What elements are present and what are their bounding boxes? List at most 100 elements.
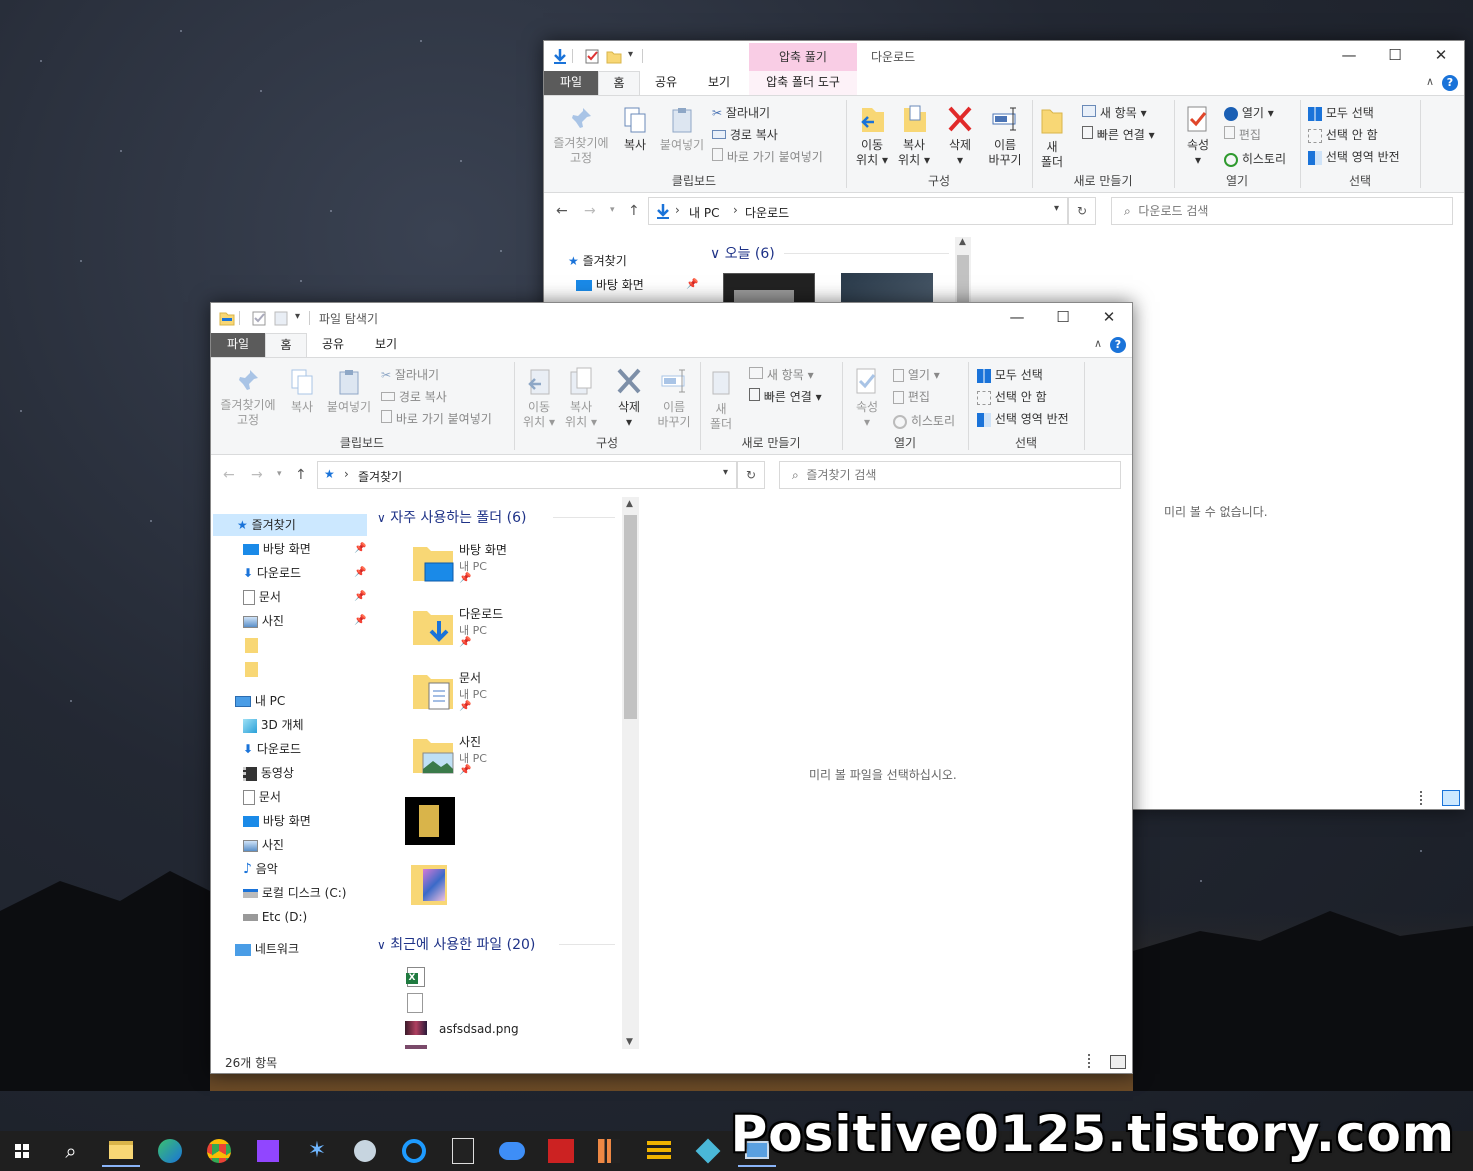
address-bar[interactable]: ★ › 즐겨찾기 ▾ [317, 461, 737, 489]
nav-desktop[interactable]: 바탕 화면 [576, 274, 644, 296]
easy-access-button[interactable]: 빠른 연결 ▾ [749, 388, 822, 405]
group-header-frequent-folders[interactable]: ∨ 자주 사용하는 폴더 (6) [377, 507, 526, 527]
frequent-folder-downloads[interactable]: 다운로드 내 PC 📌 [411, 605, 551, 657]
app-taskbar-icon[interactable] [689, 1135, 727, 1167]
title-bar[interactable]: ▾ 압축 풀기 다운로드 — ☐ ✕ [544, 41, 1464, 71]
move-to-button[interactable]: 이동 위치 ▾ [519, 366, 559, 430]
large-icons-view-icon[interactable] [1110, 1055, 1126, 1069]
app-taskbar-icon[interactable] [590, 1135, 628, 1167]
quick-access-dropdown-icon[interactable]: ▾ [295, 311, 300, 322]
help-icon[interactable]: ? [1110, 337, 1126, 353]
breadcrumb-separator[interactable]: › [344, 467, 349, 481]
address-dropdown-icon[interactable]: ▾ [1054, 203, 1059, 214]
title-bar[interactable]: ▾ 파일 탐색기 — ☐ ✕ [211, 303, 1132, 333]
tab-compressed-folder-tools[interactable]: 압축 폴더 도구 [749, 71, 857, 95]
tab-share[interactable]: 공유 [640, 71, 692, 95]
properties-button[interactable]: 속성 ▾ [849, 366, 885, 430]
open-button[interactable]: 열기 ▾ [893, 366, 940, 383]
forward-button[interactable]: → [584, 203, 596, 219]
new-item-button[interactable]: 새 항목 ▾ [749, 366, 814, 383]
scrollbar-thumb[interactable] [624, 515, 637, 719]
group-header-today[interactable]: ∨ 오늘 (6) [710, 243, 775, 263]
copy-to-button[interactable]: 복사 위치 ▾ [561, 366, 601, 430]
select-all-button[interactable]: 모두 선택 [977, 366, 1043, 383]
pin-quick-access-button[interactable]: 즐겨찾기에 고정 [550, 106, 612, 166]
edge-taskbar-icon[interactable] [151, 1135, 189, 1167]
new-folder-icon[interactable] [273, 310, 289, 326]
invert-selection-button[interactable]: 선택 영역 반전 [1308, 148, 1400, 165]
copy-button[interactable]: 복사 [616, 106, 654, 153]
tab-share[interactable]: 공유 [307, 333, 359, 357]
up-button[interactable]: ↑ [628, 203, 640, 219]
cut-button[interactable]: ✂ 잘라내기 [712, 104, 770, 121]
tab-file[interactable]: 파일 [544, 71, 598, 95]
recent-file-row[interactable] [405, 1045, 615, 1049]
explorer-window-quick-access[interactable]: ▾ 파일 탐색기 — ☐ ✕ 파일 홈 공유 보기 ∧ ? 즐겨찾기에 고정 복… [210, 302, 1133, 1074]
nav-videos[interactable]: 동영상 [243, 762, 294, 784]
nav-pictures[interactable]: 사진 [243, 834, 284, 856]
frequent-folder-pictures[interactable]: 사진 내 PC 📌 [411, 733, 551, 785]
minimize-button[interactable]: — [994, 303, 1040, 333]
nav-downloads[interactable]: ⬇ 다운로드 [243, 738, 301, 760]
invert-selection-button[interactable]: 선택 영역 반전 [977, 410, 1069, 427]
file-explorer-taskbar-icon[interactable] [102, 1135, 140, 1167]
chrome-taskbar-icon[interactable] [200, 1135, 238, 1167]
cut-button[interactable]: ✂ 잘라내기 [381, 366, 439, 383]
nav-qa-documents[interactable]: 문서 [243, 586, 281, 608]
recent-file-row[interactable]: X [406, 967, 607, 989]
up-button[interactable]: ↑ [295, 467, 307, 483]
details-view-icon[interactable] [1420, 791, 1436, 805]
close-button[interactable]: ✕ [1086, 303, 1132, 333]
frequent-folder-documents[interactable]: 문서 내 PC 📌 [411, 669, 551, 721]
pin-quick-access-button[interactable]: 즐겨찾기에 고정 [217, 368, 279, 428]
search-box[interactable]: ⌕ 즐겨찾기 검색 [779, 461, 1121, 489]
nav-network[interactable]: 네트워크 [235, 938, 299, 960]
nav-local-disk-c[interactable]: 로컬 디스크 (C:) [243, 882, 346, 904]
tab-file[interactable]: 파일 [211, 333, 265, 357]
recent-locations-icon[interactable]: ▾ [277, 469, 282, 479]
scroll-up-icon[interactable]: ▲ [626, 499, 633, 509]
address-bar[interactable]: › 내 PC › 다운로드 ▾ [648, 197, 1068, 225]
voicemeeter-taskbar-icon[interactable] [542, 1135, 580, 1167]
tab-home[interactable]: 홈 [598, 71, 640, 95]
breadcrumb-this-pc[interactable]: 내 PC [689, 204, 719, 221]
rename-button[interactable]: 이름 바꾸기 [984, 104, 1026, 168]
back-button[interactable]: ← [223, 467, 235, 483]
move-to-button[interactable]: 이동 위치 ▾ [852, 104, 892, 168]
refresh-button[interactable]: ↻ [1068, 197, 1096, 225]
details-view-icon[interactable] [1088, 1054, 1104, 1068]
nav-drive-d[interactable]: Etc (D:) [243, 906, 307, 928]
cloud-taskbar-icon[interactable] [493, 1135, 531, 1167]
history-button[interactable]: 히스토리 [1224, 150, 1286, 167]
new-folder-button[interactable]: 새 폴더 [707, 366, 735, 432]
collapse-ribbon-icon[interactable]: ∧ [1094, 337, 1102, 350]
copy-path-button[interactable]: 경로 복사 [381, 388, 447, 405]
nav-3d-objects[interactable]: 3D 개체 [243, 714, 304, 736]
start-button[interactable] [4, 1135, 40, 1167]
group-header-recent-files[interactable]: ∨ 최근에 사용한 파일 (20) [377, 934, 535, 954]
open-button[interactable]: 열기 ▾ [1224, 104, 1274, 121]
tab-home[interactable]: 홈 [265, 333, 307, 357]
breadcrumb-downloads[interactable]: 다운로드 [745, 204, 789, 221]
frequent-folder-thumbnail[interactable] [411, 861, 451, 907]
vertical-scrollbar[interactable]: ▲ ▼ [622, 497, 639, 1049]
paste-button[interactable]: 붙여넣기 [656, 106, 708, 153]
select-none-button[interactable]: 선택 안 함 [1308, 126, 1378, 143]
forward-button[interactable]: → [251, 467, 263, 483]
nav-qa-pictures[interactable]: 사진 [243, 610, 284, 632]
new-folder-button[interactable]: 새 폴더 [1038, 104, 1066, 170]
epic-games-taskbar-icon[interactable] [444, 1135, 482, 1167]
quick-access-dropdown-icon[interactable]: ▾ [628, 49, 633, 60]
copy-button[interactable]: 복사 [283, 368, 321, 415]
layers-taskbar-icon[interactable] [640, 1135, 678, 1167]
copy-path-button[interactable]: 경로 복사 [712, 126, 778, 143]
nav-quick-access[interactable]: ★ 즐겨찾기 [213, 514, 367, 536]
paste-shortcut-button[interactable]: 바로 가기 붙여넣기 [381, 410, 492, 427]
nav-qa-folder[interactable] [245, 658, 258, 680]
recent-file-row[interactable]: asfsdsad.png [405, 1019, 615, 1041]
nav-quick-access[interactable]: ★ 즐겨찾기 [568, 250, 627, 272]
nav-music[interactable]: ♪ 음악 [243, 858, 278, 880]
nav-desktop[interactable]: 바탕 화면 [243, 810, 311, 832]
new-folder-icon[interactable] [606, 48, 622, 64]
paste-shortcut-button[interactable]: 바로 가기 붙여넣기 [712, 148, 823, 165]
